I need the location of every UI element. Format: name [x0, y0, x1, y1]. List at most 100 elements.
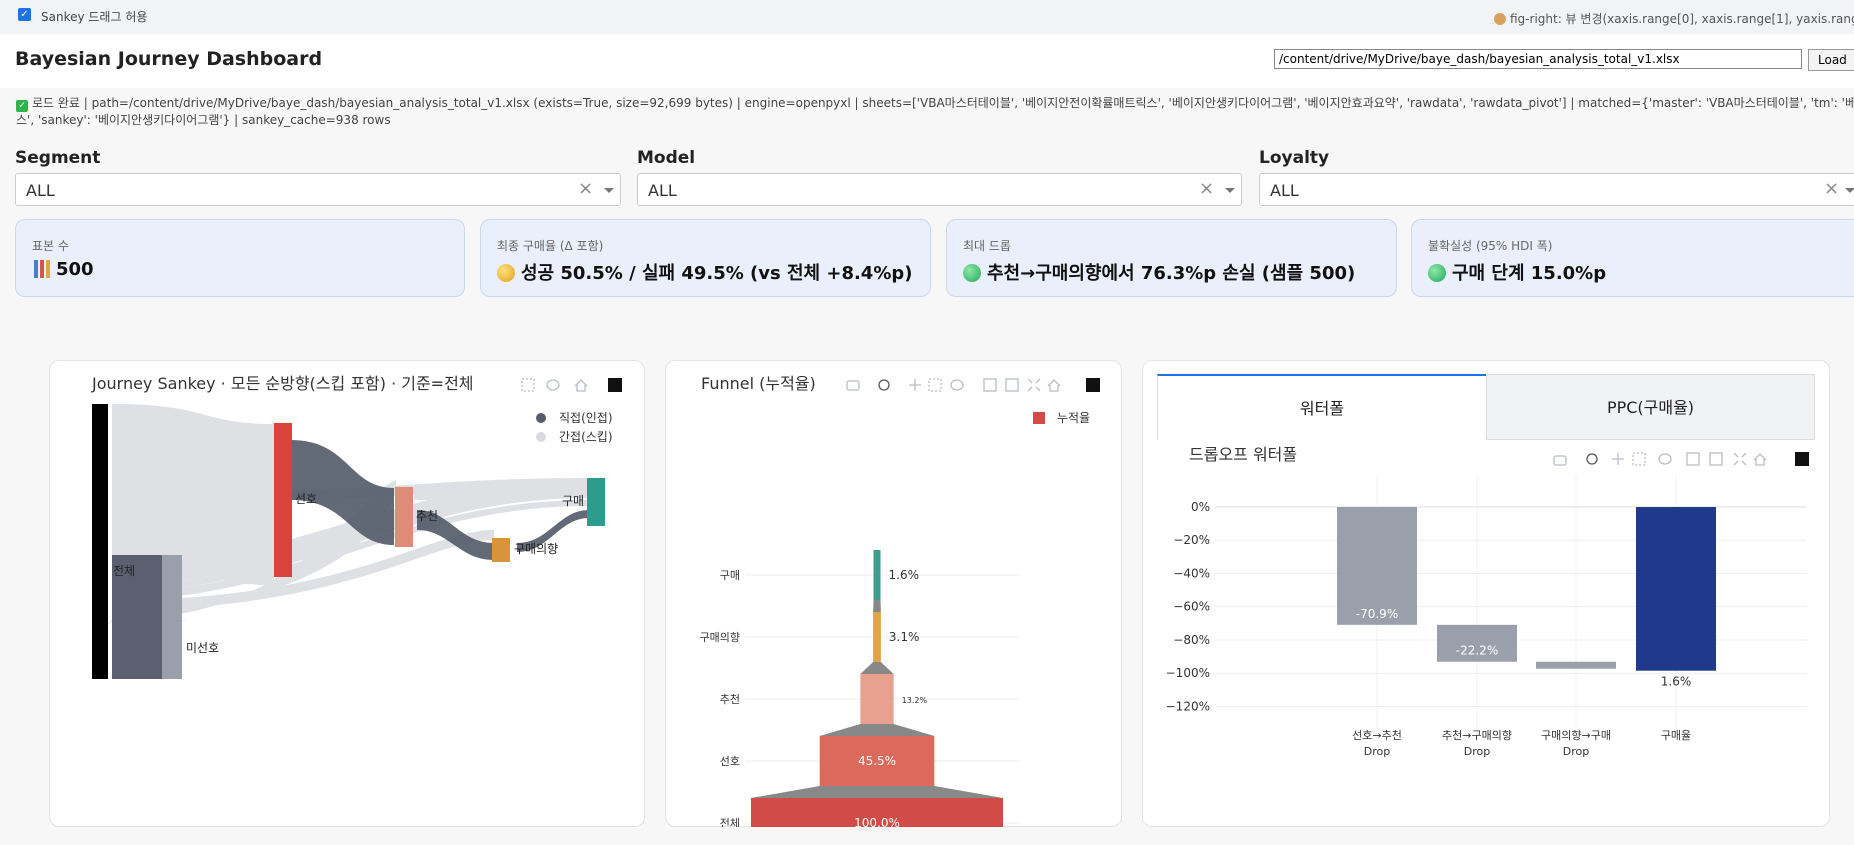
segment-select[interactable]: ALL ×	[15, 173, 621, 206]
kpi-sample-label: 표본 수	[32, 239, 69, 253]
legend-direct: 직접(인접)	[559, 411, 613, 425]
waterfall-ytick: −20%	[1173, 533, 1210, 547]
plotly-logo-icon[interactable]	[1795, 452, 1809, 466]
waterfall-chart[interactable]: 드롭오프 워터폴 0% −20% −40% −60% −80% −100% −120% -7…	[1142, 440, 1830, 820]
funnel-value-label: 13.2%	[902, 696, 928, 705]
clear-icon[interactable]: ×	[1824, 178, 1839, 199]
funnel-value-label: 1.6%	[889, 568, 920, 582]
pan-icon[interactable]	[909, 379, 921, 391]
zoom-icon[interactable]	[1586, 453, 1598, 465]
sankey-node-intent[interactable]	[492, 538, 510, 562]
sankey-node-buy[interactable]	[587, 478, 605, 526]
lasso-icon[interactable]	[1658, 453, 1672, 465]
bar-chart-icon	[32, 260, 50, 278]
status-line-2: 스', 'sankey': '베이지안생키다이어그램'} | sankey_ca…	[16, 113, 391, 127]
camera-icon[interactable]	[846, 380, 860, 391]
clear-icon[interactable]: ×	[1199, 178, 1214, 199]
camera-icon[interactable]	[1553, 455, 1567, 466]
chevron-down-icon[interactable]	[1225, 188, 1235, 193]
funnel-bar-2	[860, 674, 894, 724]
sankey-node-recommend[interactable]	[395, 487, 413, 547]
node-label-total: 전체	[113, 564, 135, 578]
sankey-node-total[interactable]	[92, 404, 108, 679]
kpi-final-card: 최종 구매율 (Δ 포함) 성공 50.5% / 실패 49.5% (vs 전체…	[480, 219, 931, 297]
plotly-logo-icon[interactable]	[1086, 378, 1100, 392]
box-select-icon[interactable]	[928, 378, 942, 392]
kpi-uncertainty-value: 구매 단계 15.0%p	[1452, 263, 1607, 284]
tab-waterfall[interactable]: 워터폴	[1157, 374, 1486, 440]
funnel-value-label: 45.5%	[858, 754, 896, 768]
box-select-icon[interactable]	[521, 378, 535, 392]
kpi-uncertainty-card: 불확실성 (95% HDI 폭) 구매 단계 15.0%p	[1411, 219, 1854, 297]
segment-label: Segment	[15, 148, 101, 168]
lasso-icon[interactable]	[546, 379, 560, 391]
model-label: Model	[637, 148, 696, 168]
waterfall-ytick: 0%	[1191, 500, 1210, 514]
status-dot-icon	[1494, 13, 1506, 25]
zoom-in-icon[interactable]	[983, 378, 997, 392]
sankey-chart[interactable]: Journey Sankey · 모든 순방향(스킵 포함) · 기준=전체 전…	[49, 360, 645, 827]
green-circle-icon	[1428, 264, 1446, 282]
funnel-category-label: 구매	[720, 569, 740, 582]
zoom-out-icon[interactable]	[1709, 452, 1723, 466]
lasso-icon[interactable]	[950, 379, 964, 391]
funnel-category-label: 선호	[720, 755, 740, 768]
tab-ppc[interactable]: PPC(구매율)	[1486, 374, 1815, 440]
funnel-title: Funnel (누적율)	[701, 374, 816, 393]
funnel-chart[interactable]: Funnel (누적율) 누적율 전체 100.0% 선호 45.5% 추천 13.2% 구…	[665, 360, 1122, 827]
chevron-down-icon[interactable]	[604, 188, 614, 193]
waterfall-ytick: −120%	[1166, 699, 1210, 713]
kpi-final-value: 성공 50.5% / 실패 49.5% (vs 전체 +8.4%p)	[521, 263, 913, 284]
home-icon[interactable]	[1047, 379, 1061, 392]
sankey-title: Journey Sankey · 모든 순방향(스킵 포함) · 기준=전체	[91, 374, 474, 393]
home-icon[interactable]	[574, 379, 588, 392]
waterfall-ytick: −80%	[1173, 633, 1210, 647]
waterfall-ytick: −40%	[1173, 566, 1210, 580]
fig-right-text: fig-right: 뷰 변경(xaxis.range[0], xaxis.ra…	[1510, 12, 1854, 26]
zoom-in-icon[interactable]	[1686, 452, 1700, 466]
home-icon[interactable]	[1753, 453, 1767, 466]
kpi-sample-card: 표본 수 500	[15, 219, 465, 297]
zoom-out-icon[interactable]	[1005, 378, 1019, 392]
funnel-connector	[751, 786, 1003, 798]
funnel-bar-4	[873, 550, 881, 600]
node-label-nonprefer: 미선호	[186, 641, 219, 655]
waterfall-category-label: Drop	[1563, 745, 1589, 758]
node-label-recommend: 추천	[416, 508, 438, 523]
sankey-drag-checkbox[interactable]: ✓	[18, 8, 31, 21]
funnel-category-label: 추천	[720, 692, 740, 706]
autoscale-icon[interactable]	[1027, 378, 1041, 392]
model-select[interactable]: ALL ×	[637, 173, 1242, 206]
waterfall-ytick: −100%	[1166, 666, 1210, 680]
yellow-circle-icon	[497, 264, 515, 282]
funnel-legend: 누적율	[1057, 411, 1090, 425]
waterfall-category-label: 추천→구매의향	[1442, 728, 1512, 742]
sankey-node-nonprefer[interactable]	[162, 555, 182, 679]
sankey-node-prefer[interactable]	[274, 423, 292, 577]
waterfall-category-label: 선호→추천	[1352, 728, 1402, 742]
loyalty-value: ALL	[1270, 181, 1299, 200]
waterfall-category-label: 구매율	[1661, 729, 1691, 742]
chevron-down-icon[interactable]	[1845, 188, 1854, 193]
funnel-bar-3	[873, 612, 881, 662]
page-title: Bayesian Journey Dashboard	[15, 48, 323, 70]
legend-marker-skip	[536, 432, 546, 442]
funnel-value-label: 100.0%	[854, 816, 900, 827]
pan-icon[interactable]	[1612, 453, 1624, 465]
waterfall-title: 드롭오프 워터폴	[1189, 445, 1297, 464]
sankey-drag-label: Sankey 드래그 허용	[41, 10, 148, 24]
model-value: ALL	[648, 181, 677, 200]
clear-icon[interactable]: ×	[578, 178, 593, 199]
funnel-category-label: 구매의향	[700, 631, 740, 644]
load-button[interactable]: Load	[1808, 49, 1854, 71]
waterfall-value-label: -70.9%	[1356, 607, 1398, 621]
zoom-icon[interactable]	[878, 379, 890, 391]
box-select-icon[interactable]	[1632, 452, 1646, 466]
plotly-logo-icon[interactable]	[608, 378, 622, 392]
autoscale-icon[interactable]	[1733, 452, 1747, 466]
waterfall-value-label: 1.6%	[1661, 675, 1692, 689]
kpi-final-label: 최종 구매율 (Δ 포함)	[497, 239, 604, 253]
file-path-input[interactable]	[1274, 49, 1802, 69]
loyalty-select[interactable]: ALL ×	[1259, 173, 1854, 206]
waterfall-bar-2	[1536, 661, 1616, 669]
